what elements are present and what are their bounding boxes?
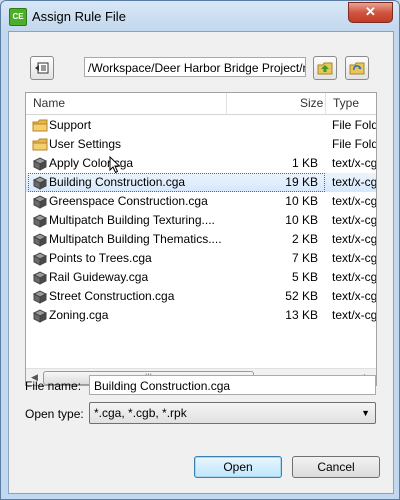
file-name-input[interactable]: Building Construction.cga [89,375,376,395]
dialog-body: /Workspace/Deer Harbor Bridge Project/ru… [8,31,394,494]
column-divider[interactable] [226,93,227,114]
dialog-title: Assign Rule File [32,9,126,24]
path-field[interactable]: /Workspace/Deer Harbor Bridge Project/ru [84,57,306,77]
back-icon [35,62,49,74]
folder-icon [32,137,48,152]
cga-file-icon [32,289,48,304]
file-name: Multipatch Building Thematics.... [49,232,222,246]
file-name: Multipatch Building Texturing.... [49,213,215,227]
file-list-row[interactable]: Zoning.cga 13 KB text/x-cga [26,306,376,325]
column-header-type[interactable]: Type [333,93,359,114]
file-name: Support [49,118,92,132]
file-size: 13 KB [285,308,318,322]
file-list-row[interactable]: Greenspace Construction.cga 10 KB text/x-c… [26,192,376,211]
file-type: text/x-cga [332,175,376,189]
open-type-label: Open type: [25,407,84,421]
title-bar[interactable]: CE Assign Rule File ✕ [1,1,399,31]
file-name: Rail Guideway.cga [49,270,149,284]
file-name-label: File name: [25,379,82,393]
file-type: text/x-cga [332,194,376,208]
cga-file-icon [32,194,48,209]
file-list-row[interactable]: Multipatch Building Texturing.... 10 KB te… [26,211,376,230]
cga-file-icon [32,175,48,190]
file-name: Zoning.cga [49,308,109,322]
file-size: 52 KB [285,289,318,303]
up-folder-button[interactable] [313,56,337,80]
file-type: text/x-cga [332,156,376,170]
file-type: File Folder [332,118,376,132]
refresh-folder-icon [349,62,365,75]
file-type: text/x-cga [332,270,376,284]
cga-file-icon [32,270,48,285]
file-list-row[interactable]: User Settings File Folder [26,135,376,154]
file-list-row[interactable]: Street Construction.cga 52 KB text/x-cga [26,287,376,306]
file-name: User Settings [49,137,122,151]
cancel-button[interactable]: Cancel [292,456,380,478]
file-type: text/x-cga [332,213,376,227]
open-type-select[interactable]: *.cga, *.cgb, *.rpk ▼ [89,402,376,424]
open-button[interactable]: Open [194,456,282,478]
file-size: 10 KB [285,213,318,227]
file-type: text/x-cga [332,289,376,303]
cga-file-icon [32,251,48,266]
file-name: Greenspace Construction.cga [49,194,208,208]
file-size: 2 KB [291,232,318,246]
file-type: File Folder [332,137,376,151]
open-type-value: *.cga, *.cgb, *.rpk [94,406,187,420]
list-header: Name Size Type [26,93,376,115]
cga-file-icon [32,156,48,171]
file-list-row[interactable]: Support File Folder [26,116,376,135]
file-size: 7 KB [291,251,318,265]
folder-icon [32,118,48,133]
file-list-row[interactable]: Points to Trees.cga 7 KB text/x-cga [26,249,376,268]
column-header-size[interactable]: Size [300,93,323,114]
file-list-row[interactable]: Rail Guideway.cga 5 KB text/x-cga [26,268,376,287]
app-icon: CE [9,8,27,26]
file-size: 1 KB [291,156,318,170]
file-size: 5 KB [291,270,318,284]
cga-file-icon [32,213,48,228]
file-name: Apply Color.cga [49,156,134,170]
cga-file-icon [32,308,48,323]
back-button[interactable] [30,56,54,80]
file-name: Street Construction.cga [49,289,175,303]
file-name: Building Construction.cga [49,175,186,189]
file-size: 10 KB [285,194,318,208]
mouse-cursor-icon [109,156,121,174]
file-type: text/x-cga [332,308,376,322]
refresh-button[interactable] [345,56,369,80]
dialog-window: CE Assign Rule File ✕ /Workspace/Deer Ha… [0,0,400,500]
file-size: 19 KB [285,175,318,189]
file-list[interactable]: Name Size Type SupportFile FolderUser Se… [25,92,377,386]
file-list-row[interactable]: Multipatch Building Thematics.... 2 KB tex… [26,230,376,249]
file-list-row[interactable]: Building Construction.cga 19 KB text/x-cga [26,173,376,192]
file-type: text/x-cga [332,251,376,265]
cga-file-icon [32,232,48,247]
chevron-down-icon: ▼ [361,408,370,418]
folder-up-icon [317,62,333,75]
file-list-row[interactable]: Apply Color.cga 1 KB text/x-cga [26,154,376,173]
file-type: text/x-cga [332,232,376,246]
file-name: Points to Trees.cga [49,251,152,265]
close-button[interactable]: ✕ [348,2,393,23]
column-divider[interactable] [325,93,326,114]
column-header-name[interactable]: Name [33,93,65,114]
